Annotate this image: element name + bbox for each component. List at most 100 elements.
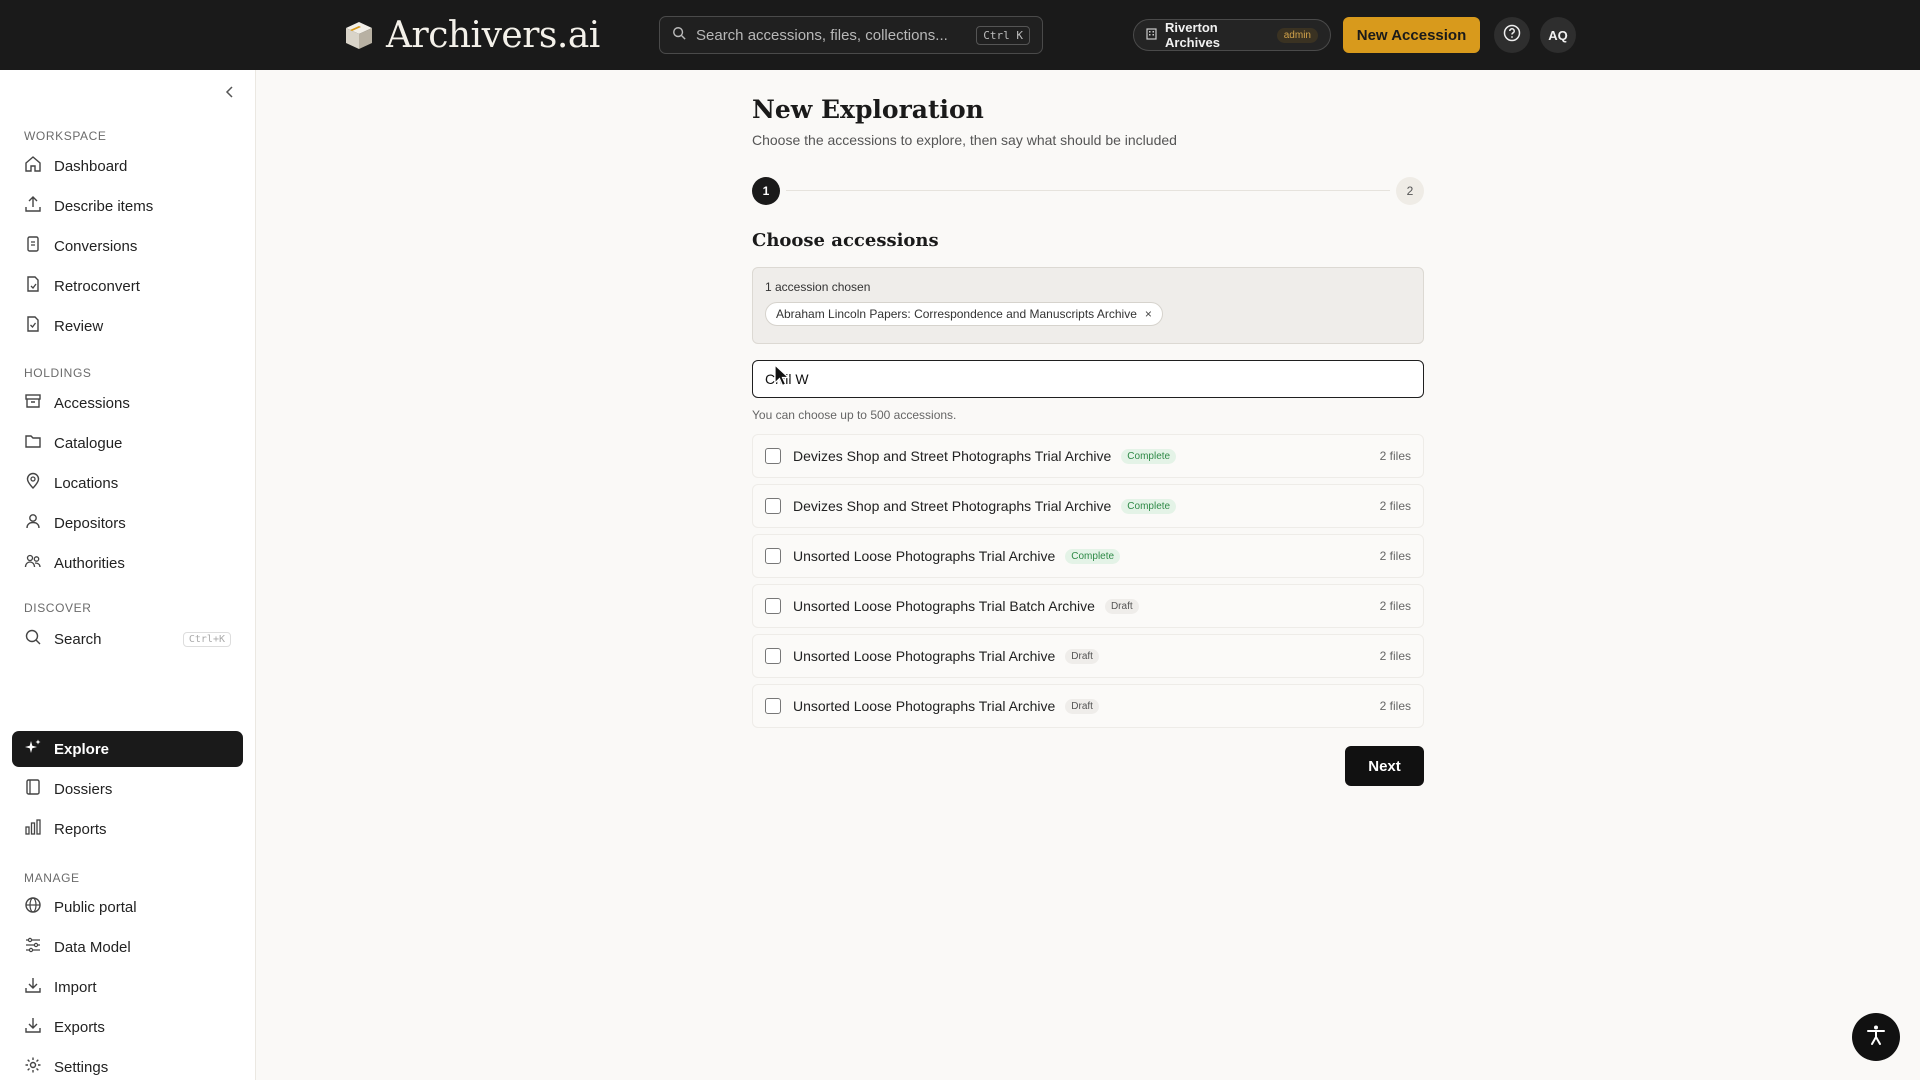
- help-button[interactable]: [1494, 17, 1530, 53]
- list-item[interactable]: Unsorted Loose Photographs Trial Archive…: [752, 634, 1424, 678]
- next-button[interactable]: Next: [1345, 746, 1424, 786]
- accessibility-button[interactable]: [1852, 1013, 1900, 1061]
- row-checkbox[interactable]: [765, 448, 781, 464]
- export-icon: [24, 1016, 42, 1038]
- sidebar-item-accessions[interactable]: Accessions: [12, 385, 243, 421]
- sidebar-item-label: Authorities: [54, 554, 125, 572]
- row-checkbox[interactable]: [765, 498, 781, 514]
- file-count: 2 files: [1379, 449, 1411, 463]
- book-icon: [24, 778, 42, 800]
- accession-title: Devizes Shop and Street Photographs Tria…: [793, 448, 1112, 464]
- list-item[interactable]: Devizes Shop and Street Photographs Tria…: [752, 484, 1424, 528]
- file-count: 2 files: [1379, 649, 1411, 663]
- chip-label: Abraham Lincoln Papers: Correspondence a…: [776, 307, 1137, 321]
- sidebar: WORKSPACE Dashboard Describe items Conve…: [0, 70, 256, 1080]
- user-avatar[interactable]: AQ: [1540, 17, 1576, 53]
- sidebar-item-label: Depositors: [54, 514, 126, 532]
- sidebar-item-label: Public portal: [54, 898, 137, 916]
- bar-chart-icon: [24, 818, 42, 840]
- sidebar-item-label: Dossiers: [54, 780, 113, 798]
- sidebar-item-settings[interactable]: Settings: [12, 1049, 243, 1080]
- sidebar-item-describe-items[interactable]: Describe items: [12, 188, 243, 224]
- row-checkbox[interactable]: [765, 598, 781, 614]
- sidebar-item-review[interactable]: Review: [12, 308, 243, 344]
- sidebar-item-label: Review: [54, 317, 104, 335]
- stepper: 1 2: [752, 177, 1424, 205]
- sidebar-item-label: Data Model: [54, 938, 131, 956]
- app-name: Archivers.ai: [386, 14, 600, 56]
- file-count: 2 files: [1379, 599, 1411, 613]
- row-checkbox[interactable]: [765, 648, 781, 664]
- remove-chip-icon[interactable]: ×: [1145, 307, 1152, 321]
- chosen-accession-chip: Abraham Lincoln Papers: Correspondence a…: [765, 302, 1163, 326]
- upload-icon: [24, 195, 42, 217]
- sidebar-item-locations[interactable]: Locations: [12, 465, 243, 501]
- role-badge: admin: [1276, 27, 1318, 43]
- sidebar-item-label: Locations: [54, 474, 119, 492]
- section-title-workspace: WORKSPACE: [24, 129, 107, 143]
- global-search[interactable]: Search accessions, files, collections...…: [659, 16, 1043, 54]
- sidebar-item-retroconvert[interactable]: Retroconvert: [12, 268, 243, 304]
- stepper-track: [786, 190, 1390, 191]
- sidebar-item-catalogue[interactable]: Catalogue: [12, 425, 243, 461]
- new-accession-button[interactable]: New Accession: [1343, 17, 1480, 53]
- step-2-indicator[interactable]: 2: [1396, 177, 1424, 205]
- list-item[interactable]: Unsorted Loose Photographs Trial Archive…: [752, 534, 1424, 578]
- help-icon: [1503, 24, 1521, 47]
- row-checkbox[interactable]: [765, 698, 781, 714]
- sidebar-item-label: Reports: [54, 820, 107, 838]
- file-count: 2 files: [1379, 499, 1411, 513]
- sidebar-item-label: Search: [54, 630, 102, 648]
- status-badge: Complete: [1121, 498, 1177, 514]
- sidebar-item-import[interactable]: Import: [12, 969, 243, 1005]
- section-title-holdings: HOLDINGS: [24, 366, 92, 380]
- home-icon: [24, 155, 42, 177]
- sidebar-item-dossiers[interactable]: Dossiers: [12, 771, 243, 807]
- folder-icon: [24, 432, 42, 454]
- accessibility-icon: [1865, 1024, 1887, 1051]
- sidebar-item-label: Exports: [54, 1018, 105, 1036]
- sidebar-item-exports[interactable]: Exports: [12, 1009, 243, 1045]
- chosen-count: 1 accession chosen: [765, 280, 871, 294]
- accession-results-list: Devizes Shop and Street Photographs Tria…: [752, 434, 1424, 734]
- status-badge: Draft: [1065, 648, 1099, 664]
- sidebar-item-search[interactable]: Search Ctrl+K: [12, 621, 243, 657]
- list-item[interactable]: Unsorted Loose Photographs Trial Archive…: [752, 684, 1424, 728]
- top-bar: Archivers.ai Search accessions, files, c…: [0, 0, 1920, 70]
- conversions-icon: [24, 235, 42, 257]
- org-switcher[interactable]: Riverton Archives admin: [1133, 19, 1331, 51]
- sidebar-item-authorities[interactable]: Authorities: [12, 545, 243, 581]
- sparkles-icon: [24, 738, 42, 760]
- sidebar-item-label: Describe items: [54, 197, 154, 215]
- list-item[interactable]: Devizes Shop and Street Photographs Tria…: [752, 434, 1424, 478]
- sidebar-item-reports[interactable]: Reports: [12, 811, 243, 847]
- global-search-placeholder: Search accessions, files, collections...: [696, 26, 948, 44]
- status-badge: Complete: [1121, 448, 1177, 464]
- sidebar-item-label: Dashboard: [54, 157, 128, 175]
- sidebar-item-depositors[interactable]: Depositors: [12, 505, 243, 541]
- search-shortcut-hint: Ctrl+K: [182, 631, 231, 647]
- file-count: 2 files: [1379, 549, 1411, 563]
- sidebar-item-explore[interactable]: Explore: [12, 731, 243, 767]
- chevron-left-icon: [225, 85, 235, 103]
- section-title-manage: MANAGE: [24, 871, 80, 885]
- row-checkbox[interactable]: [765, 548, 781, 564]
- status-badge: Complete: [1065, 548, 1121, 564]
- sidebar-item-label: Explore: [54, 740, 110, 758]
- sidebar-item-public-portal[interactable]: Public portal: [12, 889, 243, 925]
- collapse-sidebar-button[interactable]: [220, 84, 240, 104]
- sidebar-item-label: Retroconvert: [54, 277, 140, 295]
- archive-box-logo-icon: [342, 18, 376, 52]
- list-item[interactable]: Unsorted Loose Photographs Trial Batch A…: [752, 584, 1424, 628]
- section-title-discover: DISCOVER: [24, 601, 92, 615]
- main-content: New Exploration Choose the accessions to…: [752, 95, 1424, 786]
- accession-filter-input[interactable]: [752, 360, 1424, 398]
- step-1-indicator[interactable]: 1: [752, 177, 780, 205]
- sidebar-item-dashboard[interactable]: Dashboard: [12, 148, 243, 184]
- app-logo[interactable]: Archivers.ai: [342, 14, 600, 56]
- accession-title: Unsorted Loose Photographs Trial Archive: [793, 698, 1056, 714]
- accession-title: Unsorted Loose Photographs Trial Archive: [793, 648, 1056, 664]
- user-icon: [24, 512, 42, 534]
- sidebar-item-data-model[interactable]: Data Model: [12, 929, 243, 965]
- sidebar-item-conversions[interactable]: Conversions: [12, 228, 243, 264]
